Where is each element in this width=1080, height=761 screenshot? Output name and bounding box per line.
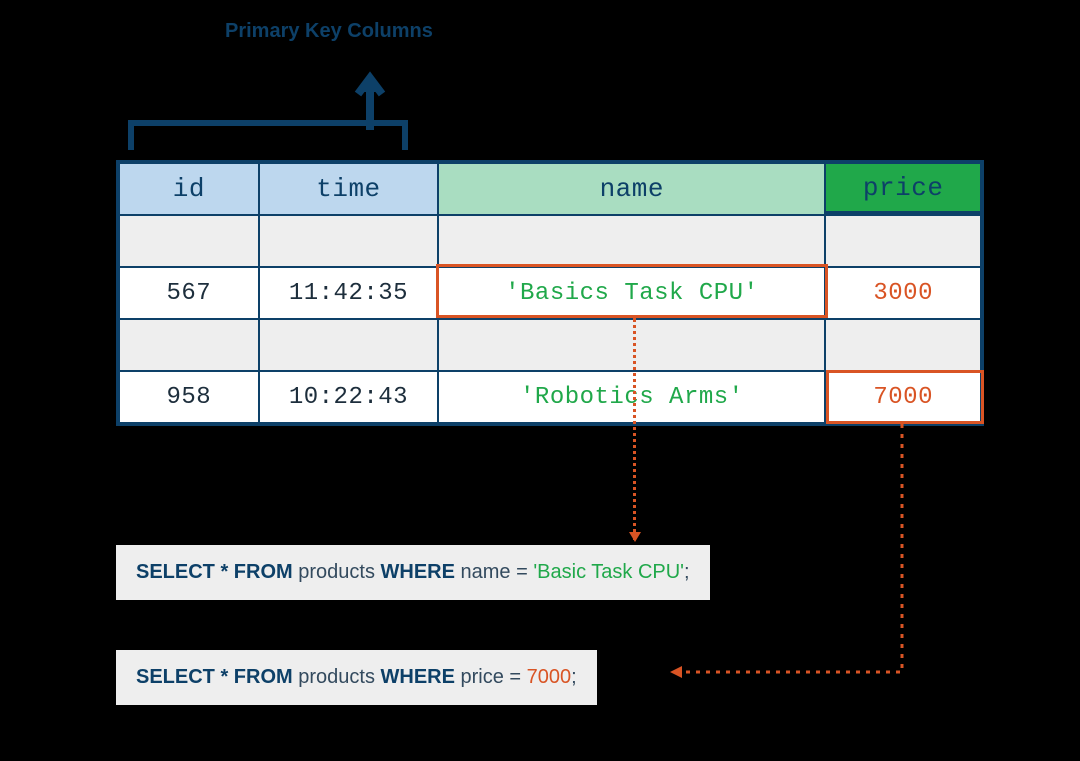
arrow-dotted-icon	[670, 424, 950, 680]
pk-title: Primary Key Columns	[225, 20, 980, 43]
sql-literal: 7000	[527, 666, 572, 688]
cell-empty	[825, 319, 981, 371]
sql-keyword: WHERE	[381, 561, 455, 583]
cell-id: 567	[119, 267, 259, 319]
cell-id: 958	[119, 371, 259, 423]
sql-text: ;	[684, 561, 690, 583]
cell-empty	[438, 215, 825, 267]
col-header-price: price	[825, 163, 981, 215]
products-table: id time name price 567 11:42:35 'Basics …	[116, 160, 984, 426]
cell-name: 'Basics Task CPU'	[438, 267, 825, 319]
sql-keyword: WHERE	[381, 666, 455, 688]
pk-bracket	[128, 120, 408, 150]
sql-text: name =	[455, 561, 533, 583]
sql-text: products	[293, 666, 381, 688]
cell-empty	[438, 319, 825, 371]
cell-price: 7000	[825, 371, 981, 423]
sql-query-1: SELECT * FROM products WHERE name = 'Bas…	[116, 545, 710, 600]
table-row: 567 11:42:35 'Basics Task CPU' 3000	[119, 267, 981, 319]
arrow-dotted-icon	[633, 318, 636, 540]
diagram-wrap: Primary Key Columns id time name price 5…	[80, 20, 980, 51]
col-header-name: name	[438, 163, 825, 215]
cell-empty	[259, 319, 439, 371]
table-row	[119, 215, 981, 267]
sql-text: products	[293, 561, 381, 583]
sql-text: ;	[571, 666, 577, 688]
sql-text: price =	[455, 666, 527, 688]
table-row	[119, 319, 981, 371]
sql-query-2: SELECT * FROM products WHERE price = 700…	[116, 650, 597, 705]
col-header-id: id	[119, 163, 259, 215]
table-row: 958 10:22:43 'Robotics Arms' 7000	[119, 371, 981, 423]
cell-time: 11:42:35	[259, 267, 439, 319]
cell-empty	[825, 215, 981, 267]
cell-time: 10:22:43	[259, 371, 439, 423]
table-header-row: id time name price	[119, 163, 981, 215]
sql-literal: 'Basic Task CPU'	[533, 561, 684, 583]
sql-keyword: SELECT * FROM	[136, 666, 293, 688]
cell-price: 3000	[825, 267, 981, 319]
cell-empty	[119, 215, 259, 267]
sql-keyword: SELECT * FROM	[136, 561, 293, 583]
col-header-time: time	[259, 163, 439, 215]
cell-empty	[259, 215, 439, 267]
cell-name: 'Robotics Arms'	[438, 371, 825, 423]
cell-empty	[119, 319, 259, 371]
